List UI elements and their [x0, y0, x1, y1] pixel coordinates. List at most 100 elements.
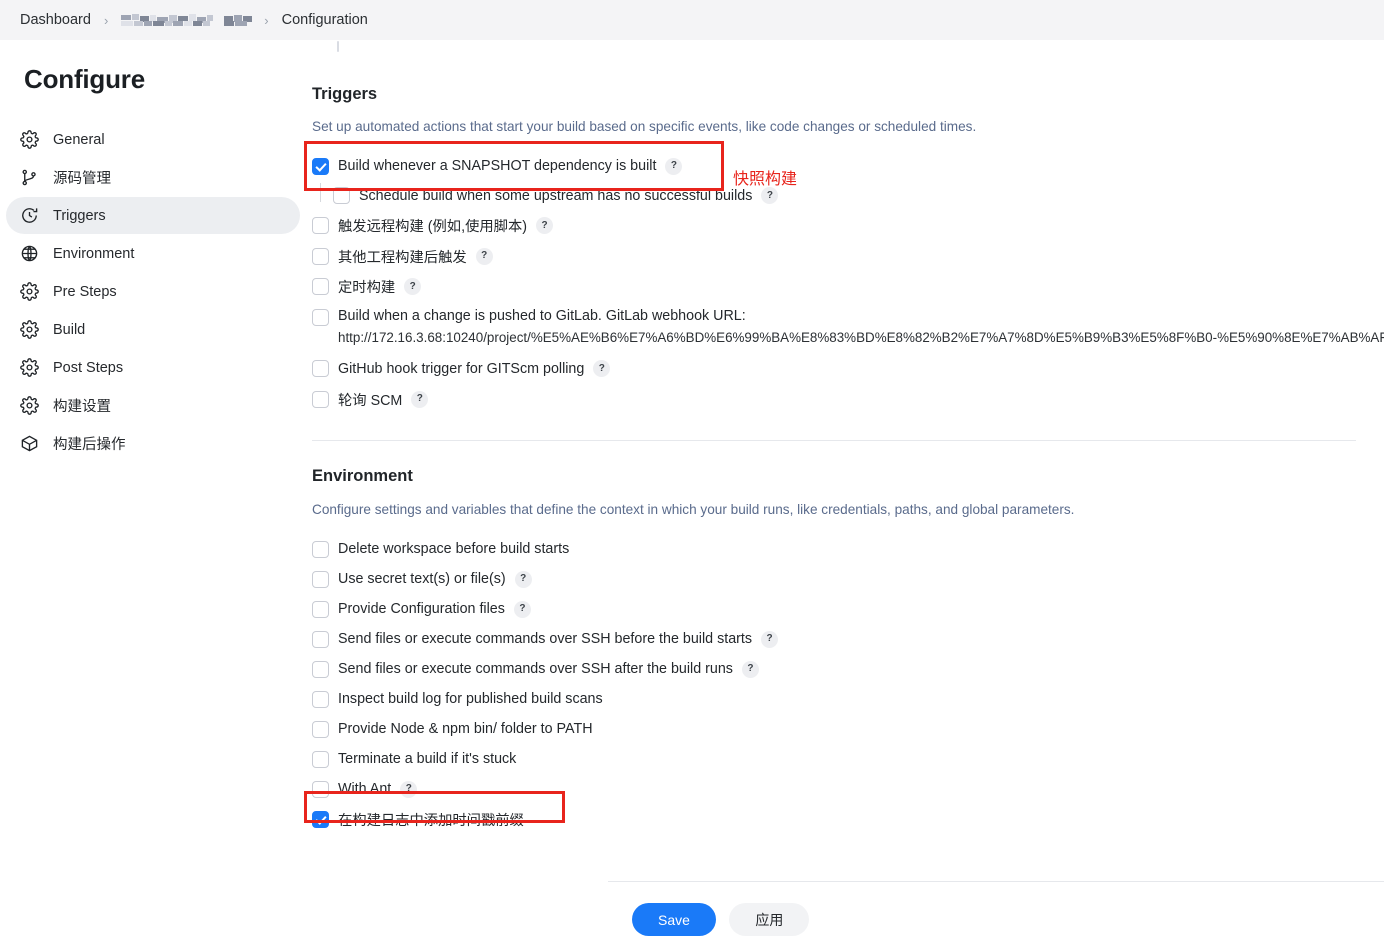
package-icon [18, 433, 40, 455]
sidebar-item-label: Build [53, 321, 86, 338]
checkbox-ssh-after[interactable] [312, 660, 329, 678]
sidebar-item-source-code-management[interactable]: 源码管理 [6, 159, 300, 196]
trigger-option-label: 触发远程构建 (例如,使用脚本) [338, 219, 528, 235]
checkbox-remote-build[interactable] [312, 217, 329, 234]
checkbox-secret-text[interactable] [312, 570, 329, 588]
checkbox-with-ant[interactable] [312, 780, 329, 798]
gitlab-trigger-text: Build when a change is pushed to GitLab.… [338, 306, 1384, 348]
trigger-option-label: 轮询 SCM [338, 392, 403, 409]
breadcrumb-separator-2: › [264, 12, 269, 28]
checkbox-inspect-build-log[interactable] [312, 690, 329, 708]
env-option-delete-workspace[interactable]: Delete workspace before build starts [312, 534, 1384, 564]
help-icon[interactable]: ? [741, 660, 759, 678]
globe-icon [18, 243, 40, 265]
configure-sidebar: Configure General 源码管理 Triggers Environm… [0, 40, 304, 905]
checkbox-delete-workspace[interactable] [312, 540, 329, 558]
env-option-label: Send files or execute commands over SSH … [338, 661, 733, 677]
environment-section: Environment Configure settings and varia… [304, 441, 1384, 834]
help-icon[interactable]: ? [536, 217, 554, 234]
checkbox-after-other-projects[interactable] [312, 247, 329, 265]
triggers-heading: Triggers [312, 85, 378, 103]
help-icon[interactable]: ? [593, 360, 611, 377]
help-icon[interactable]: ? [404, 278, 422, 295]
gear-icon [18, 129, 40, 151]
trigger-option-label: Schedule build when some upstream has no… [359, 187, 753, 204]
help-icon[interactable]: ? [513, 600, 531, 618]
checkbox-snapshot-dependency[interactable] [312, 157, 329, 175]
trigger-option-schedule-upstream[interactable]: Schedule build when some upstream has no… [312, 181, 1384, 210]
sidebar-item-label: Pre Steps [53, 283, 117, 300]
help-icon[interactable]: ? [761, 630, 779, 648]
gitlab-webhook-url[interactable]: http://172.16.3.68:10240/project/%E5%AE%… [338, 327, 1384, 348]
breadcrumb: Dashboard › › Configuration [0, 0, 1384, 40]
sidebar-item-label: 源码管理 [53, 171, 111, 187]
page-body: Configure General 源码管理 Triggers Environm… [0, 40, 1384, 936]
checkbox-schedule-upstream[interactable] [333, 187, 350, 204]
breadcrumb-separator-1: › [103, 12, 109, 28]
env-option-label: Provide Configuration files [338, 601, 505, 617]
env-option-secret-text[interactable]: Use secret text(s) or file(s) ? [312, 564, 1384, 594]
env-option-node-npm-path[interactable]: Provide Node & npm bin/ folder to PATH [312, 714, 1384, 744]
triggers-description: Set up automated actions that start your… [312, 119, 977, 134]
checkbox-scheduled-build[interactable] [312, 278, 329, 295]
sidebar-item-label: General [53, 131, 105, 148]
main-content: Triggers Set up automated actions that s… [304, 40, 1384, 936]
env-option-label: Provide Node & npm bin/ folder to PATH [338, 721, 593, 737]
trigger-option-github-hook[interactable]: GitHub hook trigger for GITScm polling ? [312, 353, 1384, 384]
checkbox-gitlab-push[interactable] [312, 309, 329, 326]
sidebar-item-environment[interactable]: Environment [6, 235, 300, 272]
sidebar-item-build-settings[interactable]: 构建设置 [6, 387, 300, 424]
trigger-option-label: GitHub hook trigger for GITScm polling [338, 360, 585, 377]
checkbox-terminate-stuck-build[interactable] [312, 750, 329, 768]
sidebar-item-pre-steps[interactable]: Pre Steps [6, 273, 300, 310]
env-option-timestamp-prefix[interactable]: 在构建日志中添加时间戳前缀 [312, 804, 1384, 834]
trigger-option-poll-scm[interactable]: 轮询 SCM ? [312, 384, 1384, 414]
annotation-label-snapshot: 快照构建 [733, 171, 798, 188]
help-icon[interactable]: ? [514, 570, 532, 588]
trigger-option-label: 定时构建 [338, 280, 396, 296]
trigger-option-gitlab-push[interactable]: Build when a change is pushed to GitLab.… [312, 306, 1384, 348]
help-icon[interactable]: ? [475, 247, 493, 265]
breadcrumb-item-redacted[interactable] [119, 13, 253, 27]
env-option-config-files[interactable]: Provide Configuration files ? [312, 594, 1384, 624]
env-option-label: Use secret text(s) or file(s) [338, 571, 506, 587]
help-icon[interactable]: ? [400, 780, 418, 798]
apply-button[interactable]: 应用 [729, 903, 810, 936]
breadcrumb-item-configuration[interactable]: Configuration [276, 10, 374, 30]
page-title: Configure [24, 64, 145, 94]
checkbox-ssh-before[interactable] [312, 630, 329, 648]
trigger-option-after-other-projects[interactable]: 其他工程构建后触发 ? [312, 241, 1384, 271]
help-icon[interactable]: ? [761, 187, 779, 204]
checkbox-node-npm-path[interactable] [312, 720, 329, 738]
sidebar-item-label: 构建设置 [53, 399, 111, 415]
env-option-ssh-after[interactable]: Send files or execute commands over SSH … [312, 654, 1384, 684]
env-option-ssh-before[interactable]: Send files or execute commands over SSH … [312, 624, 1384, 654]
env-option-label: Terminate a build if it's stuck [338, 751, 517, 767]
env-option-with-ant[interactable]: With Ant ? [312, 774, 1384, 804]
checkbox-poll-scm[interactable] [312, 390, 329, 408]
sidebar-item-triggers[interactable]: Triggers [6, 197, 300, 234]
help-icon[interactable]: ? [411, 390, 429, 408]
trigger-option-remote-build[interactable]: 触发远程构建 (例如,使用脚本) ? [312, 210, 1384, 241]
trigger-option-label: 其他工程构建后触发 [338, 249, 467, 266]
env-option-terminate-stuck-build[interactable]: Terminate a build if it's stuck [312, 744, 1384, 774]
help-icon[interactable]: ? [665, 157, 683, 175]
sidebar-item-build[interactable]: Build [6, 311, 300, 348]
sidebar-item-post-build-actions[interactable]: 构建后操作 [6, 425, 300, 462]
breadcrumb-item-dashboard[interactable]: Dashboard [14, 10, 97, 30]
checkbox-github-hook[interactable] [312, 360, 329, 377]
trigger-option-scheduled-build[interactable]: 定时构建 ? [312, 271, 1384, 302]
sidebar-item-label: Triggers [53, 207, 106, 224]
env-option-inspect-build-log[interactable]: Inspect build log for published build sc… [312, 684, 1384, 714]
trigger-option-snapshot[interactable]: Build whenever a SNAPSHOT dependency is … [312, 151, 1384, 181]
checkbox-config-files[interactable] [312, 600, 329, 618]
sidebar-item-label: Environment [53, 245, 135, 262]
sidebar-item-general[interactable]: General [6, 121, 300, 158]
env-option-label: With Ant [338, 781, 392, 797]
checkbox-timestamp-prefix[interactable] [312, 810, 329, 828]
environment-heading: Environment [312, 467, 413, 485]
gitlab-trigger-label: Build when a change is pushed to GitLab.… [338, 308, 746, 324]
gear-icon [18, 395, 40, 417]
sidebar-item-post-steps[interactable]: Post Steps [6, 349, 300, 386]
save-button[interactable]: Save [632, 903, 716, 936]
